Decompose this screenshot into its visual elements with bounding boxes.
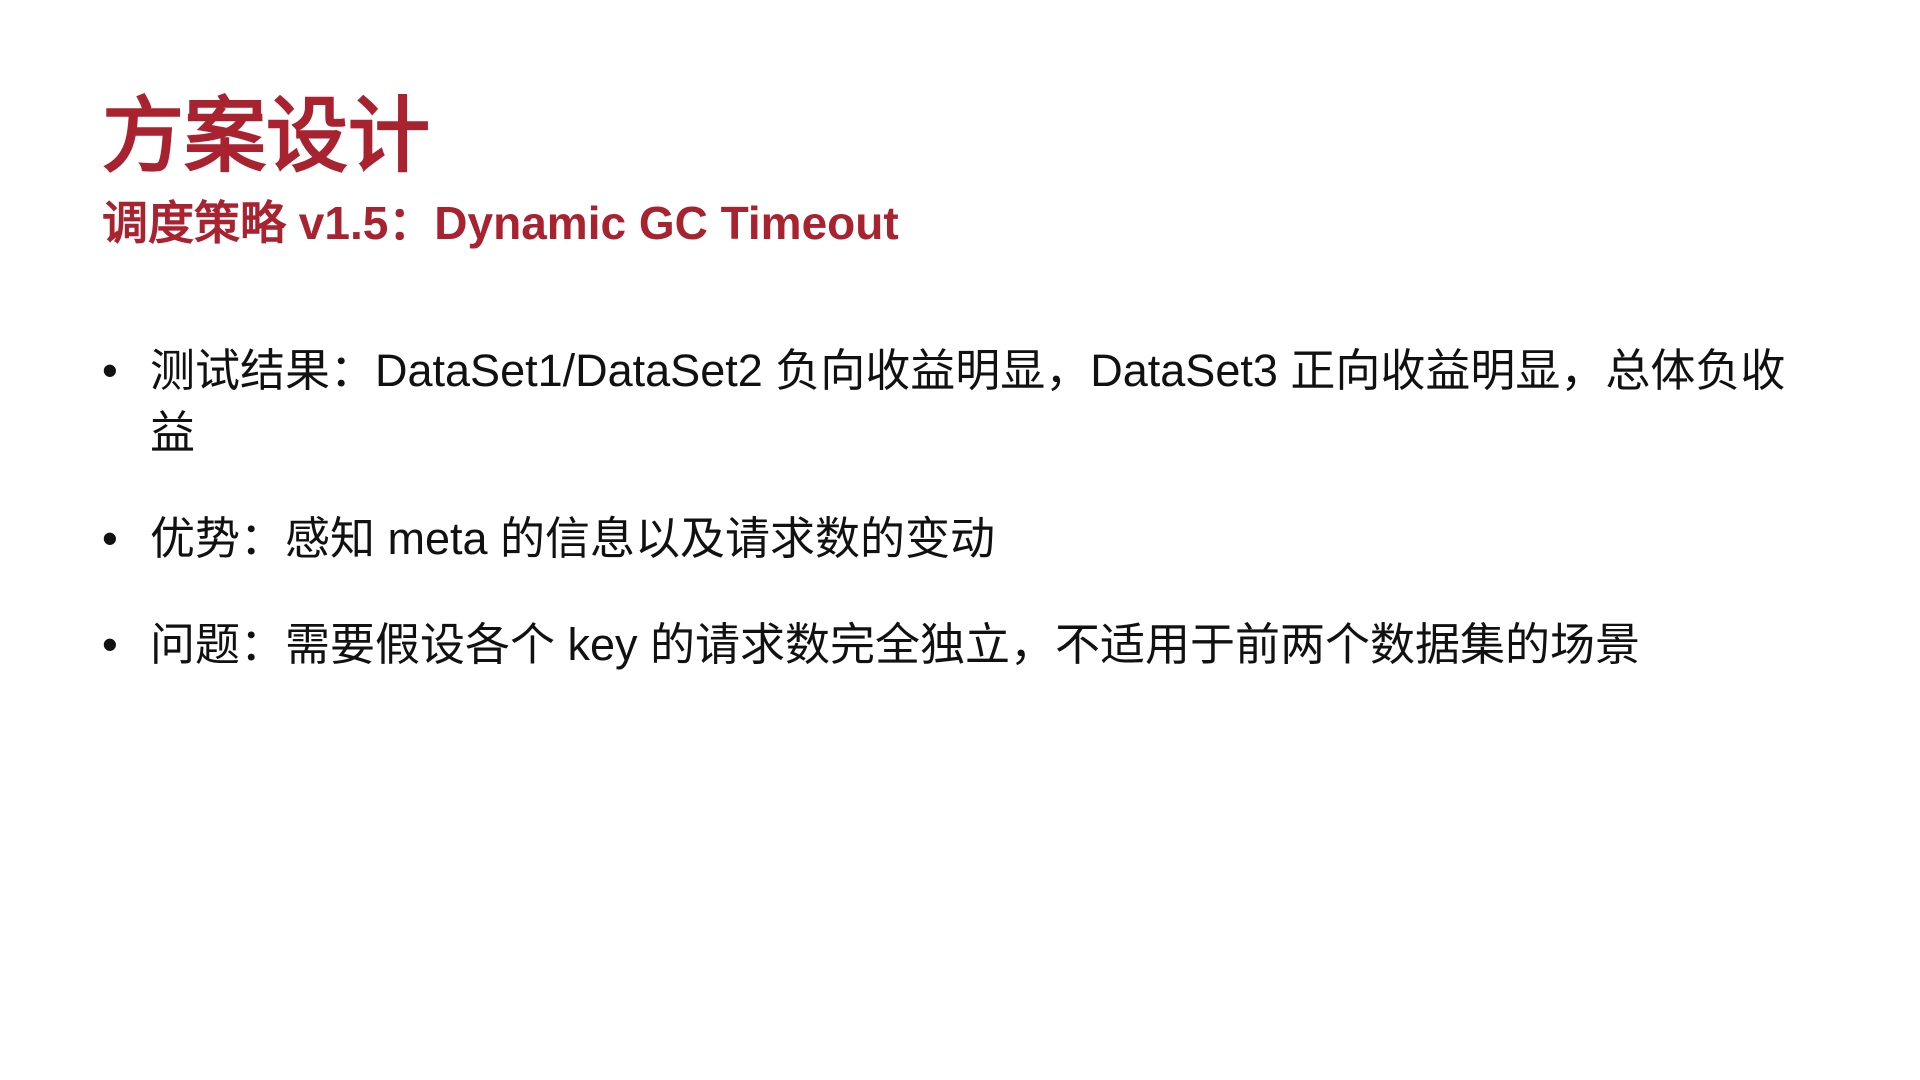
- bullet-dot-icon: •: [102, 619, 118, 670]
- bullet-dot-icon: •: [102, 513, 118, 564]
- bullet-item-advantages: • 优势：感知 meta 的信息以及请求数的变动: [102, 508, 1822, 570]
- bullet-item-test-results: • 测试结果：DataSet1/DataSet2 负向收益明显，DataSet3…: [102, 340, 1822, 464]
- slide: 方案设计 调度策略 v1.5：Dynamic GC Timeout • 测试结果…: [0, 0, 1920, 1080]
- bullet-dot-icon: •: [102, 345, 118, 396]
- bullet-text: 测试结果：DataSet1/DataSet2 负向收益明显，DataSet3 正…: [150, 345, 1786, 458]
- bullet-item-problems: • 问题：需要假设各个 key 的请求数完全独立，不适用于前两个数据集的场景: [102, 614, 1822, 676]
- slide-title: 方案设计: [102, 91, 431, 182]
- bullet-text: 优势：感知 meta 的信息以及请求数的变动: [150, 513, 996, 564]
- bullet-list: • 测试结果：DataSet1/DataSet2 负向收益明显，DataSet3…: [102, 340, 1822, 720]
- slide-subtitle: 调度策略 v1.5：Dynamic GC Timeout: [102, 197, 899, 249]
- bullet-text: 问题：需要假设各个 key 的请求数完全独立，不适用于前两个数据集的场景: [150, 619, 1641, 670]
